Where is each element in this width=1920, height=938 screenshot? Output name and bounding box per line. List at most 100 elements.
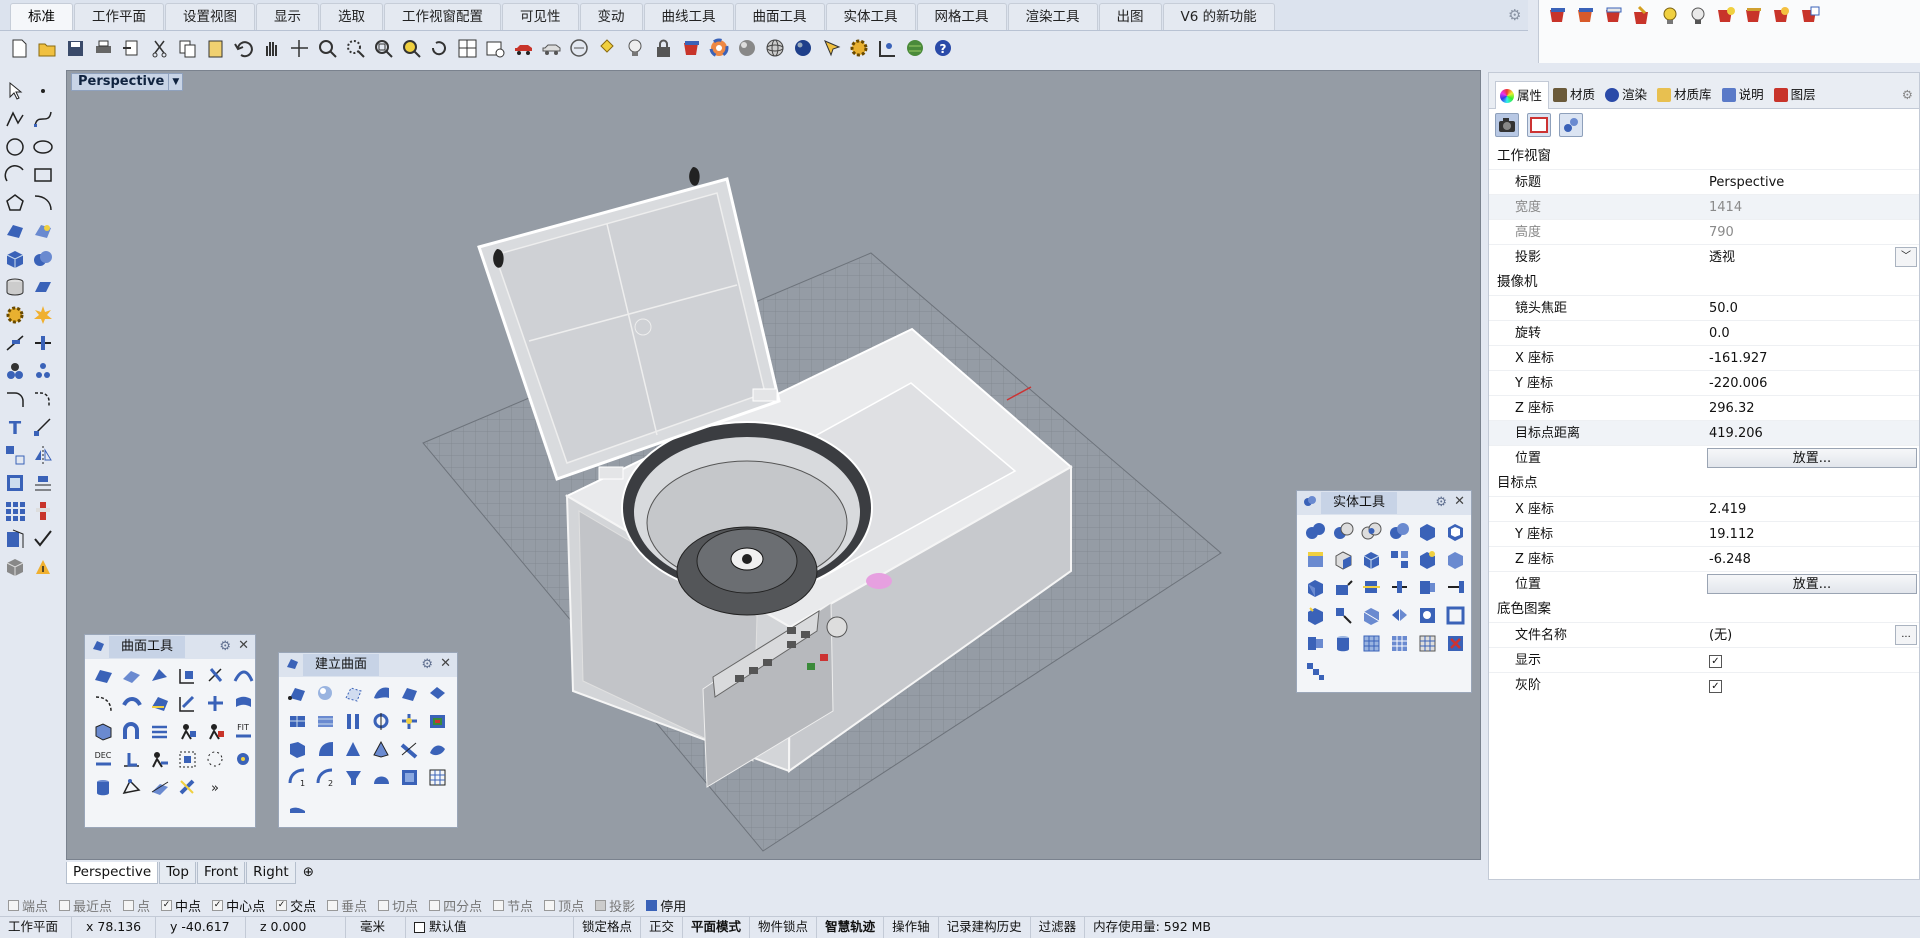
array-icon[interactable] — [4, 500, 26, 522]
target-z-field[interactable]: -6.248 — [1705, 547, 1919, 571]
tab-mesh-tools[interactable]: 网格工具 — [916, 3, 1007, 30]
filename-field[interactable]: (无)... — [1705, 623, 1919, 647]
tab-render-tools[interactable]: 渲染工具 — [1007, 3, 1098, 30]
snap-checkbox[interactable] — [429, 899, 441, 911]
render-tool-icon[interactable] — [32, 556, 54, 578]
shaded-sphere-icon[interactable] — [737, 38, 758, 59]
sweep1-icon[interactable] — [315, 711, 336, 732]
surface-icon[interactable] — [4, 220, 26, 242]
tab-visibility[interactable]: 可见性 — [502, 3, 579, 30]
surface-tool-icon[interactable] — [233, 749, 254, 770]
surface-tool-icon[interactable] — [177, 777, 198, 798]
close-icon[interactable]: ✕ — [440, 656, 451, 671]
snap-tangent[interactable]: 切点 — [378, 896, 418, 915]
solid-frame-icon[interactable] — [1445, 605, 1466, 626]
surface-tool-icon[interactable] — [205, 721, 226, 742]
surface-tool-icon[interactable] — [149, 693, 170, 714]
panel-gear-icon[interactable]: ⚙ — [421, 657, 433, 672]
surface-tool-icon[interactable] — [205, 693, 226, 714]
snap-mid[interactable]: ✓ 中点 — [161, 896, 201, 915]
point-light-icon[interactable] — [597, 38, 618, 59]
surface-tool-icon[interactable] — [93, 721, 114, 742]
solid-more-icon[interactable] — [1305, 661, 1326, 682]
close-icon[interactable]: ✕ — [238, 638, 249, 653]
camera-y-field[interactable]: -220.006 — [1705, 371, 1919, 395]
surface-edit-icon[interactable] — [32, 220, 54, 242]
patch-icon[interactable] — [287, 739, 308, 760]
browse-button[interactable]: ... — [1895, 625, 1917, 645]
tab-surface-tools[interactable]: 曲面工具 — [734, 3, 825, 30]
spotlight-icon[interactable] — [1687, 5, 1709, 27]
surface-tool-icon[interactable] — [121, 749, 142, 770]
status-filter[interactable]: 过滤器 — [1031, 916, 1086, 938]
block-icon[interactable] — [4, 472, 26, 494]
surface-tool-icon[interactable] — [149, 749, 170, 770]
status-cplane[interactable]: 工作平面 — [0, 916, 72, 938]
explode-solid-icon[interactable] — [1389, 549, 1410, 570]
move-edge-icon[interactable] — [1389, 577, 1410, 598]
rectangle-icon[interactable] — [32, 164, 54, 186]
panel-title[interactable]: 建立曲面 — [303, 654, 380, 676]
grid-surface-icon[interactable] — [427, 767, 448, 788]
snap-perp[interactable]: 垂点 — [327, 896, 367, 915]
solid-wire-icon[interactable] — [1333, 605, 1354, 626]
viewport-title[interactable]: Perspective ▼ — [71, 73, 184, 91]
surface-tool-icon[interactable] — [177, 749, 198, 770]
new-file-icon[interactable] — [9, 38, 30, 59]
render-icon[interactable] — [1547, 5, 1569, 27]
more-icon[interactable]: » — [205, 777, 226, 798]
zoom-selected-icon[interactable] — [401, 38, 422, 59]
grayscale-checkbox[interactable]: ✓ — [1709, 680, 1722, 693]
render-window-icon[interactable] — [1575, 5, 1597, 27]
panel-gear-icon[interactable]: ⚙ — [219, 639, 231, 654]
boolean-split-icon[interactable] — [1389, 521, 1410, 542]
solid-fold-icon[interactable] — [1361, 605, 1382, 626]
tab-display[interactable]: 显示 — [256, 3, 319, 30]
render-settings-icon[interactable] — [1799, 5, 1821, 27]
cap-icon[interactable] — [1305, 549, 1326, 570]
mesh-plane-icon[interactable] — [32, 276, 54, 298]
tab-standard[interactable]: 标准 — [10, 3, 73, 30]
four-view-icon[interactable] — [457, 38, 478, 59]
target-distance-field[interactable]: 419.206 — [1705, 421, 1919, 445]
solid-delete-icon[interactable] — [1445, 633, 1466, 654]
chevron-down-icon[interactable]: ▼ — [168, 74, 182, 90]
target-place-button[interactable]: 放置... — [1707, 574, 1917, 594]
copy-icon[interactable] — [177, 38, 198, 59]
tab-notes[interactable]: 说明 — [1718, 81, 1770, 109]
sweep2-icon[interactable] — [343, 711, 364, 732]
solid-cube-icon[interactable] — [1361, 549, 1382, 570]
tab-setview[interactable]: 设置视图 — [165, 3, 255, 30]
snap-checkbox[interactable]: ✓ — [276, 899, 288, 911]
textured-surface-icon[interactable] — [399, 767, 420, 788]
panel-title[interactable]: 曲面工具 — [109, 636, 186, 658]
snap-checkbox[interactable] — [59, 899, 71, 911]
snap-near[interactable]: 最近点 — [59, 896, 112, 915]
panel-gear-icon[interactable]: ⚙ — [1435, 495, 1447, 510]
solid-hole-icon[interactable] — [1417, 605, 1438, 626]
solid-edit-icon[interactable] — [1417, 549, 1438, 570]
explode-icon[interactable] — [32, 304, 54, 326]
solid-grid-icon[interactable] — [1389, 633, 1410, 654]
osnap-icon[interactable] — [877, 38, 898, 59]
snap-checkbox[interactable] — [595, 899, 607, 911]
options-gear-icon[interactable] — [849, 38, 870, 59]
network-surface-icon[interactable] — [427, 711, 448, 732]
arc-tool-2-icon[interactable]: 2 — [315, 767, 336, 788]
drape-icon[interactable] — [427, 739, 448, 760]
snap-checkbox[interactable] — [544, 899, 556, 911]
zoom-extents-icon[interactable] — [373, 38, 394, 59]
tab-curve-tools[interactable]: 曲线工具 — [643, 3, 734, 30]
tab-properties[interactable]: 属性 — [1495, 81, 1550, 109]
surface-from-points-icon[interactable] — [287, 683, 308, 704]
render-preview-icon[interactable] — [1631, 5, 1653, 27]
edge-srf-icon[interactable] — [315, 739, 336, 760]
surface-tool-icon[interactable] — [233, 693, 254, 714]
cut-icon[interactable] — [149, 38, 170, 59]
status-record-history[interactable]: 记录建构历史 — [939, 916, 1031, 938]
status-osnap[interactable]: 物件锁点 — [750, 916, 818, 938]
loft-icon[interactable] — [287, 711, 308, 732]
polygon-icon[interactable] — [4, 192, 26, 214]
cone-surface-icon[interactable] — [343, 739, 364, 760]
snap-end[interactable]: 端点 — [8, 896, 48, 915]
